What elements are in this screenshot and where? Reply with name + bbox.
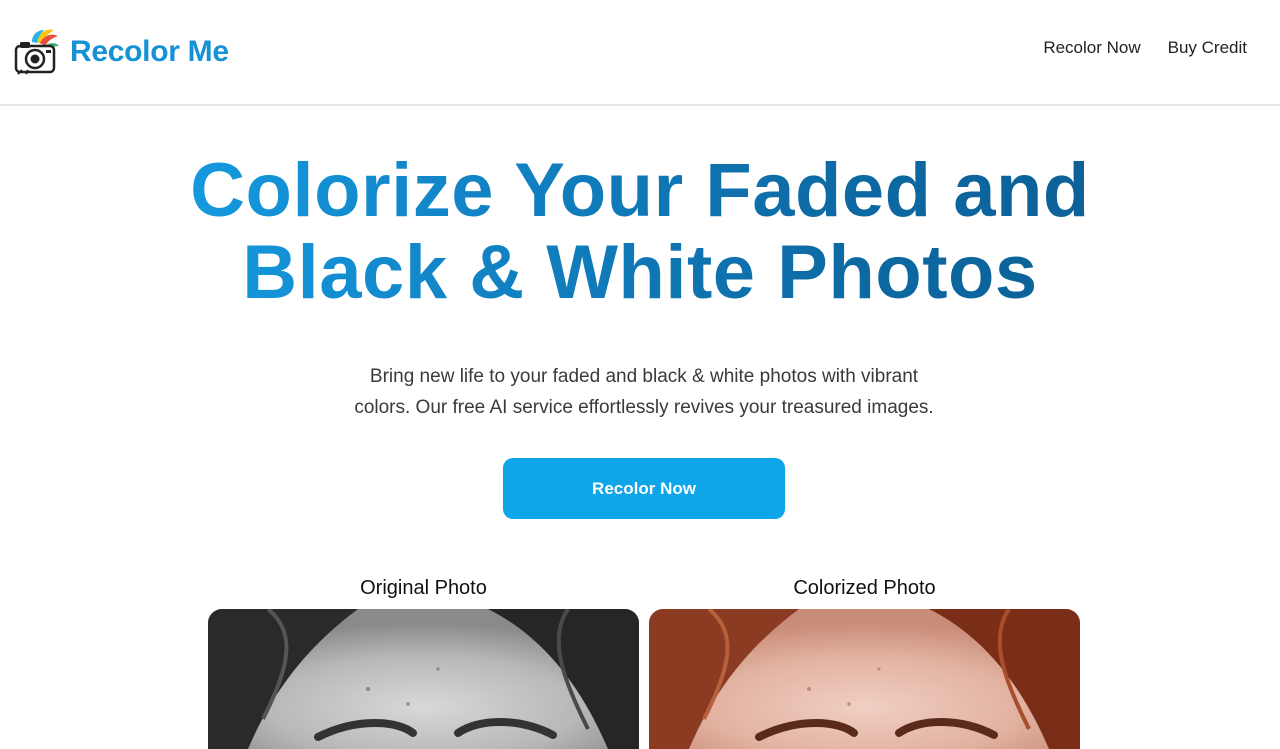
hero-title-line-1: Colorize Your Faded and [0,150,1280,232]
main-nav: Recolor Now Buy Credit [1043,38,1247,58]
original-photo [208,609,639,749]
brand-home-link[interactable]: Recolor Me [14,26,229,78]
camera-with-paintbrush-icon [14,29,59,75]
brand-name: Recolor Me [70,35,229,68]
hero-subtitle-line-2: colors. Our free AI service effortlessly… [354,397,934,418]
hero-title: Colorize Your Faded and Black & White Ph… [0,150,1280,314]
hero-title-line-2: Black & White Photos [0,232,1280,314]
nav-recolor-now[interactable]: Recolor Now [1043,38,1140,58]
nav-buy-credit[interactable]: Buy Credit [1168,38,1247,58]
recolor-now-button[interactable]: Recolor Now [503,458,785,519]
hero-subtitle-line-1: Bring new life to your faded and black &… [369,366,919,387]
hero-subtitle: Bring new life to your faded and black &… [330,361,958,423]
colorized-photo [649,609,1080,749]
colorized-photo-label: Colorized Photo [793,577,936,599]
original-photo-label: Original Photo [360,577,487,599]
site-header: Recolor Me Recolor Now Buy Credit [0,0,1280,106]
